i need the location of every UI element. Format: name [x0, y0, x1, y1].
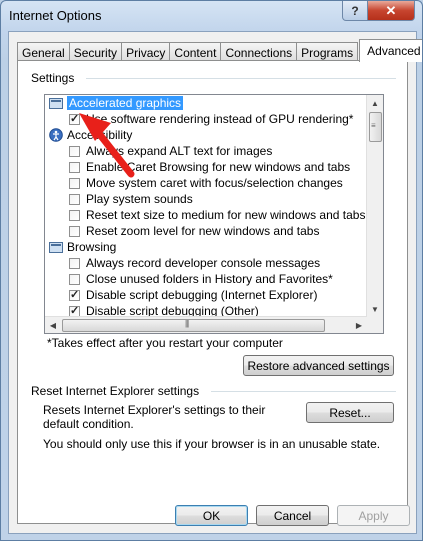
help-button[interactable]: ?	[342, 1, 368, 21]
setting-label: Move system caret with focus/selection c…	[86, 176, 343, 190]
setting-label: Close unused folders in History and Favo…	[86, 272, 333, 286]
checkbox[interactable]	[69, 145, 80, 157]
setting-software-rendering[interactable]: Use software rendering instead of GPU re…	[69, 111, 353, 127]
setting-system-caret[interactable]: Move system caret with focus/selection c…	[69, 175, 343, 191]
folder-icon	[49, 242, 63, 253]
setting-close-unused-folders[interactable]: Close unused folders in History and Favo…	[69, 271, 333, 287]
reset-group-divider	[211, 391, 396, 392]
category-accessibility[interactable]: Accessibility	[49, 127, 132, 143]
tab-connections[interactable]: Connections	[220, 42, 298, 62]
settings-group-divider	[86, 78, 396, 79]
settings-list: Accelerated graphics Use software render…	[45, 95, 367, 317]
dialog-client: General Security Privacy Content Connect…	[8, 31, 422, 534]
checkbox[interactable]	[69, 225, 80, 237]
setting-label: Reset text size to medium for new window…	[86, 208, 366, 222]
ok-button[interactable]: OK	[175, 505, 248, 526]
checkbox[interactable]	[69, 161, 80, 173]
reset-group-label: Reset Internet Explorer settings	[31, 384, 200, 398]
tab-programs[interactable]: Programs	[296, 42, 359, 62]
category-browsing[interactable]: Browsing	[49, 239, 116, 255]
tab-strip: General Security Privacy Content Connect…	[17, 39, 422, 62]
checkbox[interactable]	[69, 112, 80, 125]
settings-tree: Accelerated graphics Use software render…	[44, 94, 384, 334]
accessibility-icon	[49, 128, 63, 142]
tab-privacy[interactable]: Privacy	[121, 42, 171, 62]
reset-description: Resets Internet Explorer's settings to t…	[43, 403, 266, 431]
internet-options-window: Internet Options ? ✕ General Security Pr…	[0, 0, 423, 541]
checkbox[interactable]	[69, 193, 80, 205]
tab-general[interactable]: General	[17, 42, 70, 62]
checkbox[interactable]	[69, 177, 80, 189]
scroll-corner	[367, 317, 383, 333]
scroll-down-icon[interactable]: ▼	[367, 301, 383, 317]
scroll-thumb-vertical[interactable]: ≡	[369, 112, 382, 142]
apply-button[interactable]: Apply	[337, 505, 410, 526]
restart-note: *Takes effect after you restart your com…	[47, 336, 283, 350]
checkbox[interactable]	[69, 257, 80, 269]
category-label: Accelerated graphics	[67, 96, 184, 110]
scroll-right-icon[interactable]: ▶	[351, 317, 367, 333]
close-icon: ✕	[385, 2, 397, 18]
reset-warning: You should only use this if your browser…	[43, 437, 381, 451]
checkbox[interactable]	[69, 304, 80, 317]
reset-button[interactable]: Reset...	[306, 402, 394, 423]
scroll-up-icon[interactable]: ▲	[367, 95, 383, 111]
setting-disable-debugging-other[interactable]: Disable script debugging (Other)	[69, 303, 259, 317]
setting-label: Reset zoom level for new windows and tab…	[86, 224, 320, 238]
scroll-thumb-horizontal[interactable]: |||	[62, 319, 325, 332]
settings-group-label: Settings	[31, 71, 75, 85]
tab-advanced[interactable]: Advanced	[359, 39, 422, 62]
setting-label: Enable Caret Browsing for new windows an…	[86, 160, 351, 174]
window-title: Internet Options	[9, 8, 102, 23]
setting-caret-browsing[interactable]: Enable Caret Browsing for new windows an…	[69, 159, 350, 175]
category-accelerated-graphics[interactable]: Accelerated graphics	[49, 95, 184, 111]
setting-label: Always record developer console messages	[86, 256, 321, 270]
setting-label: Play system sounds	[86, 192, 193, 206]
vertical-scrollbar[interactable]: ▲ ≡ ▼	[366, 95, 383, 317]
setting-label: Use software rendering instead of GPU re…	[86, 112, 354, 126]
setting-reset-zoom[interactable]: Reset zoom level for new windows and tab…	[69, 223, 319, 239]
close-button[interactable]: ✕	[367, 1, 415, 21]
restore-advanced-settings-button[interactable]: Restore advanced settings	[243, 355, 394, 376]
checkbox[interactable]	[69, 273, 80, 285]
setting-label: Always expand ALT text for images	[86, 144, 273, 158]
setting-reset-text-size[interactable]: Reset text size to medium for new window…	[69, 207, 365, 223]
folder-icon	[49, 98, 63, 109]
setting-disable-debugging-ie[interactable]: Disable script debugging (Internet Explo…	[69, 287, 317, 303]
horizontal-scrollbar[interactable]: ◀ ||| ▶	[45, 316, 367, 333]
checkbox[interactable]	[69, 288, 80, 301]
category-label: Accessibility	[67, 128, 133, 142]
setting-console-messages[interactable]: Always record developer console messages	[69, 255, 320, 271]
advanced-panel: Settings Accelerated graphics Use softwa…	[17, 60, 408, 524]
tab-security[interactable]: Security	[68, 42, 123, 62]
setting-system-sounds[interactable]: Play system sounds	[69, 191, 193, 207]
setting-alt-text[interactable]: Always expand ALT text for images	[69, 143, 272, 159]
category-label: Browsing	[67, 240, 117, 254]
scroll-left-icon[interactable]: ◀	[45, 317, 61, 333]
cancel-button[interactable]: Cancel	[256, 505, 329, 526]
checkbox[interactable]	[69, 209, 80, 221]
grip-icon: |||	[185, 319, 189, 328]
setting-label: Disable script debugging (Internet Explo…	[86, 288, 318, 302]
tab-content[interactable]: Content	[169, 42, 222, 62]
grip-icon: ≡	[371, 121, 376, 130]
